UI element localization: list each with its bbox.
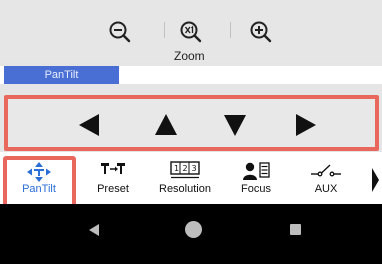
toolbar-item-label: Resolution	[159, 183, 211, 195]
tab-pantilt[interactable]: PanTilt	[4, 66, 119, 84]
chevron-right-icon[interactable]	[372, 168, 379, 192]
zoom-in-icon[interactable]	[249, 20, 273, 44]
arrow-right-icon[interactable]	[296, 114, 316, 136]
system-nav-bar	[0, 204, 382, 264]
toolbar-item-pantilt[interactable]: PanTilt	[10, 152, 68, 204]
preset-icon	[100, 161, 126, 182]
svg-text:3: 3	[192, 164, 197, 173]
toolbar-item-label: Preset	[97, 183, 129, 195]
resolution-icon: 1 2 3	[170, 161, 200, 184]
function-toolbar: PanTilt Preset 1 2 3 Resolution Focus AU…	[0, 152, 382, 204]
svg-text:1: 1	[174, 164, 179, 173]
toolbar-item-label: PanTilt	[22, 183, 56, 195]
toolbar-item-resolution[interactable]: 1 2 3 Resolution	[153, 152, 217, 204]
svg-text:2: 2	[183, 164, 188, 173]
arrow-up-icon[interactable]	[155, 114, 177, 135]
aux-switch-icon	[310, 161, 342, 184]
arrow-left-icon[interactable]	[79, 114, 99, 136]
toolbar-item-aux[interactable]: AUX	[298, 152, 354, 204]
zoom-divider	[164, 22, 165, 38]
recents-icon[interactable]	[290, 224, 301, 235]
zoom-label: Zoom	[174, 49, 205, 63]
home-icon[interactable]	[185, 221, 202, 238]
zoom-bar: Zoom	[0, 0, 382, 63]
toolbar-item-focus[interactable]: Focus	[229, 152, 283, 204]
direction-pad	[4, 95, 379, 151]
toolbar-item-label: Focus	[241, 183, 271, 195]
arrow-down-icon[interactable]	[224, 115, 246, 136]
toolbar-item-label: AUX	[314, 183, 338, 195]
back-icon[interactable]	[89, 224, 99, 236]
zoom-out-icon[interactable]	[108, 20, 132, 44]
zoom-reset-icon[interactable]	[179, 20, 203, 44]
toolbar-item-preset[interactable]: Preset	[86, 152, 140, 204]
mode-tab-row: PanTilt	[0, 66, 382, 84]
zoom-divider	[230, 22, 231, 38]
